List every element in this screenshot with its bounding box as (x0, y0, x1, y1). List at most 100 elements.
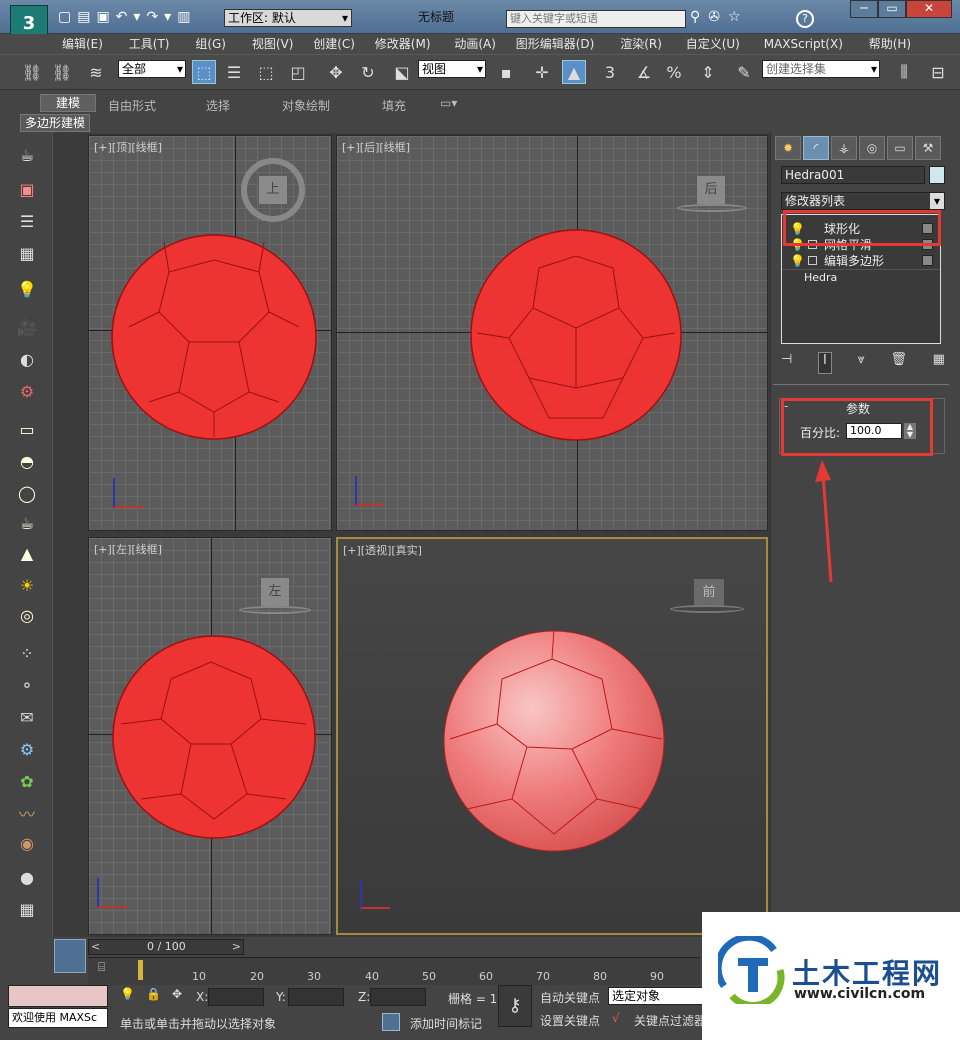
viewcube-face[interactable]: 上 (259, 176, 287, 204)
menu-modifiers[interactable]: 修改器(M) (375, 34, 431, 54)
render-frame-icon[interactable]: ▣ (14, 176, 40, 202)
add-time-tag[interactable]: 添加时间标记 (410, 1015, 482, 1032)
select-object-icon[interactable]: ⬚ (192, 60, 216, 84)
tab-selection[interactable]: 选择 (206, 97, 230, 114)
key-filter-icon[interactable]: √ (612, 1011, 620, 1025)
create-tab-icon[interactable]: ✹ (775, 136, 801, 160)
quick-access-icons[interactable]: ▢▤▣↶▾↷▾▥ (58, 9, 196, 25)
menu-graph-editors[interactable]: 图形编辑器(D) (516, 34, 595, 54)
lightbulb-icon[interactable]: 💡 (790, 253, 805, 269)
maxscript-listener[interactable] (8, 985, 108, 1007)
shell-icon[interactable]: ◉ (14, 830, 40, 856)
menu-help[interactable]: 帮助(H) (869, 34, 911, 54)
infocenter-icons[interactable]: ⚲✇☆ (690, 9, 749, 25)
modify-tab-icon[interactable]: ◜ (803, 136, 829, 160)
maxscript-welcome[interactable]: 欢迎使用 MAXSc (8, 1008, 108, 1028)
expand-icon[interactable] (808, 256, 817, 265)
viewport-top[interactable]: 上 [+][顶][线框] (88, 135, 332, 531)
object-color-swatch[interactable] (929, 166, 945, 184)
menu-tools[interactable]: 工具(T) (129, 34, 170, 54)
list-icon[interactable]: ☰ (14, 208, 40, 234)
camera-icon[interactable]: 🎥 (14, 314, 40, 340)
viewport-label-top[interactable]: [+][顶][线框] (94, 139, 162, 155)
modifier-list-dropdown[interactable]: 修改器列表 ▾ (781, 192, 945, 210)
ribbon-options-icon[interactable]: ▭▾ (440, 96, 457, 110)
hierarchy-tab-icon[interactable]: ⚶ (831, 136, 857, 160)
pin-stack-icon[interactable]: ⊣ (781, 352, 792, 374)
tab-populate[interactable]: 填充 (382, 97, 406, 114)
particle-icon[interactable]: ⁘ (14, 640, 40, 666)
molecule-icon[interactable]: ⚬ (14, 672, 40, 698)
angle-snap-icon[interactable]: ∡ (632, 60, 656, 84)
pivot-center-icon[interactable]: ▪ (494, 60, 518, 84)
maximize-button[interactable]: ▭ (878, 0, 906, 18)
menu-views[interactable]: 视图(V) (252, 34, 294, 54)
show-end-result-icon[interactable]: Ⅰ (817, 352, 832, 374)
light-bulb-icon[interactable]: 💡 (120, 987, 135, 1001)
tab-freeform[interactable]: 自由形式 (108, 97, 156, 114)
viewport-label-back[interactable]: [+][后][线框] (342, 139, 410, 155)
mirror-ball-icon[interactable]: ◐ (14, 346, 40, 372)
move-icon[interactable]: ✥ (324, 60, 348, 84)
rectangular-selection-icon[interactable]: ⬚ (254, 60, 278, 84)
y-coordinate-field[interactable] (288, 988, 344, 1006)
unlink-icon[interactable]: ⛓ (50, 60, 74, 84)
tab-modeling[interactable]: 建模 (40, 94, 96, 112)
ball-icon[interactable]: ● (14, 864, 40, 890)
gear-icon[interactable]: ⚙ (14, 736, 40, 762)
viewport-back[interactable]: 后 [+][后][线框] (336, 135, 768, 531)
menu-animation[interactable]: 动画(A) (454, 34, 496, 54)
select-by-name-icon[interactable]: ☰ (222, 60, 246, 84)
remove-modifier-icon[interactable]: 🗑 (890, 352, 907, 374)
viewport-label-left[interactable]: [+][左][线框] (94, 541, 162, 557)
light-icon[interactable]: 💡 (14, 276, 40, 302)
menu-edit[interactable]: 编辑(E) (62, 34, 103, 54)
auto-key-button[interactable]: 自动关键点 (540, 989, 600, 1006)
viewcube-face[interactable]: 后 (697, 176, 725, 204)
lock-icon[interactable]: 🔒 (146, 987, 161, 1001)
window-crossing-icon[interactable]: ◰ (286, 60, 310, 84)
object-name-field[interactable]: Hedra001 (781, 166, 925, 184)
slider-next-icon[interactable]: > (232, 940, 241, 953)
keyboard-shortcut-override-icon[interactable]: ▲ (562, 60, 586, 84)
x-coordinate-field[interactable] (208, 988, 264, 1006)
close-button[interactable]: ✕ (906, 0, 952, 18)
slider-prev-icon[interactable]: < (91, 940, 100, 953)
menu-group[interactable]: 组(G) (195, 34, 226, 54)
set-key-button[interactable]: 设置关键点 (540, 1012, 600, 1029)
edit-named-selection-icon[interactable]: ✎ (732, 60, 756, 84)
sphere-icon[interactable]: ◯ (14, 480, 40, 506)
track-bar[interactable]: ⌸ (88, 957, 700, 985)
table-icon[interactable]: ▦ (14, 240, 40, 266)
display-tab-icon[interactable]: ▭ (887, 136, 913, 160)
viewcube-ring[interactable] (239, 606, 311, 614)
menu-maxscript[interactable]: MAXScript(X) (764, 34, 843, 54)
window-controls[interactable]: ─ ▭ ✕ (850, 0, 960, 18)
material-editor-icon[interactable]: ▦ (14, 896, 40, 922)
key-filters-button[interactable]: 关键点过滤器 (634, 1012, 706, 1029)
cone-icon[interactable]: ▲ (14, 540, 40, 566)
viewcube-face[interactable]: 左 (261, 578, 289, 606)
viewcube-ring[interactable] (670, 605, 744, 613)
tab-object-paint[interactable]: 对象绘制 (282, 97, 330, 114)
absolute-mode-icon[interactable]: ✥ (172, 987, 182, 1001)
snap-toggle-icon[interactable]: 3 (598, 60, 622, 84)
stack-item-toggle[interactable] (922, 255, 933, 266)
sun-icon[interactable]: ☀ (14, 572, 40, 598)
plane-icon[interactable]: ▭ (14, 416, 40, 442)
workspace-dropdown[interactable]: 工作区: 默认 ▾ (224, 9, 352, 27)
envelope-icon[interactable]: ✉ (14, 704, 40, 730)
selection-filter-dropdown[interactable]: 全部 ▾ (118, 60, 186, 78)
link-icon[interactable]: ⛓ (20, 60, 44, 84)
stack-item-hedra[interactable]: Hedra (782, 269, 940, 285)
teapot-icon[interactable]: ☕ (14, 142, 40, 168)
menu-customize[interactable]: 自定义(U) (686, 34, 740, 54)
teapot-primitive-icon[interactable]: ☕ (14, 510, 40, 536)
named-selection-dropdown[interactable]: 创建选择集 ▾ (762, 60, 880, 78)
key-mode-icon[interactable]: ⚷ (498, 985, 532, 1027)
minimize-button[interactable]: ─ (850, 0, 878, 18)
bind-space-warp-icon[interactable]: ≋ (84, 60, 108, 84)
viewport-left[interactable]: 左 [+][左][线框] (88, 537, 332, 935)
viewport-layout-button[interactable] (54, 939, 86, 973)
menu-create[interactable]: 创建(C) (313, 34, 355, 54)
